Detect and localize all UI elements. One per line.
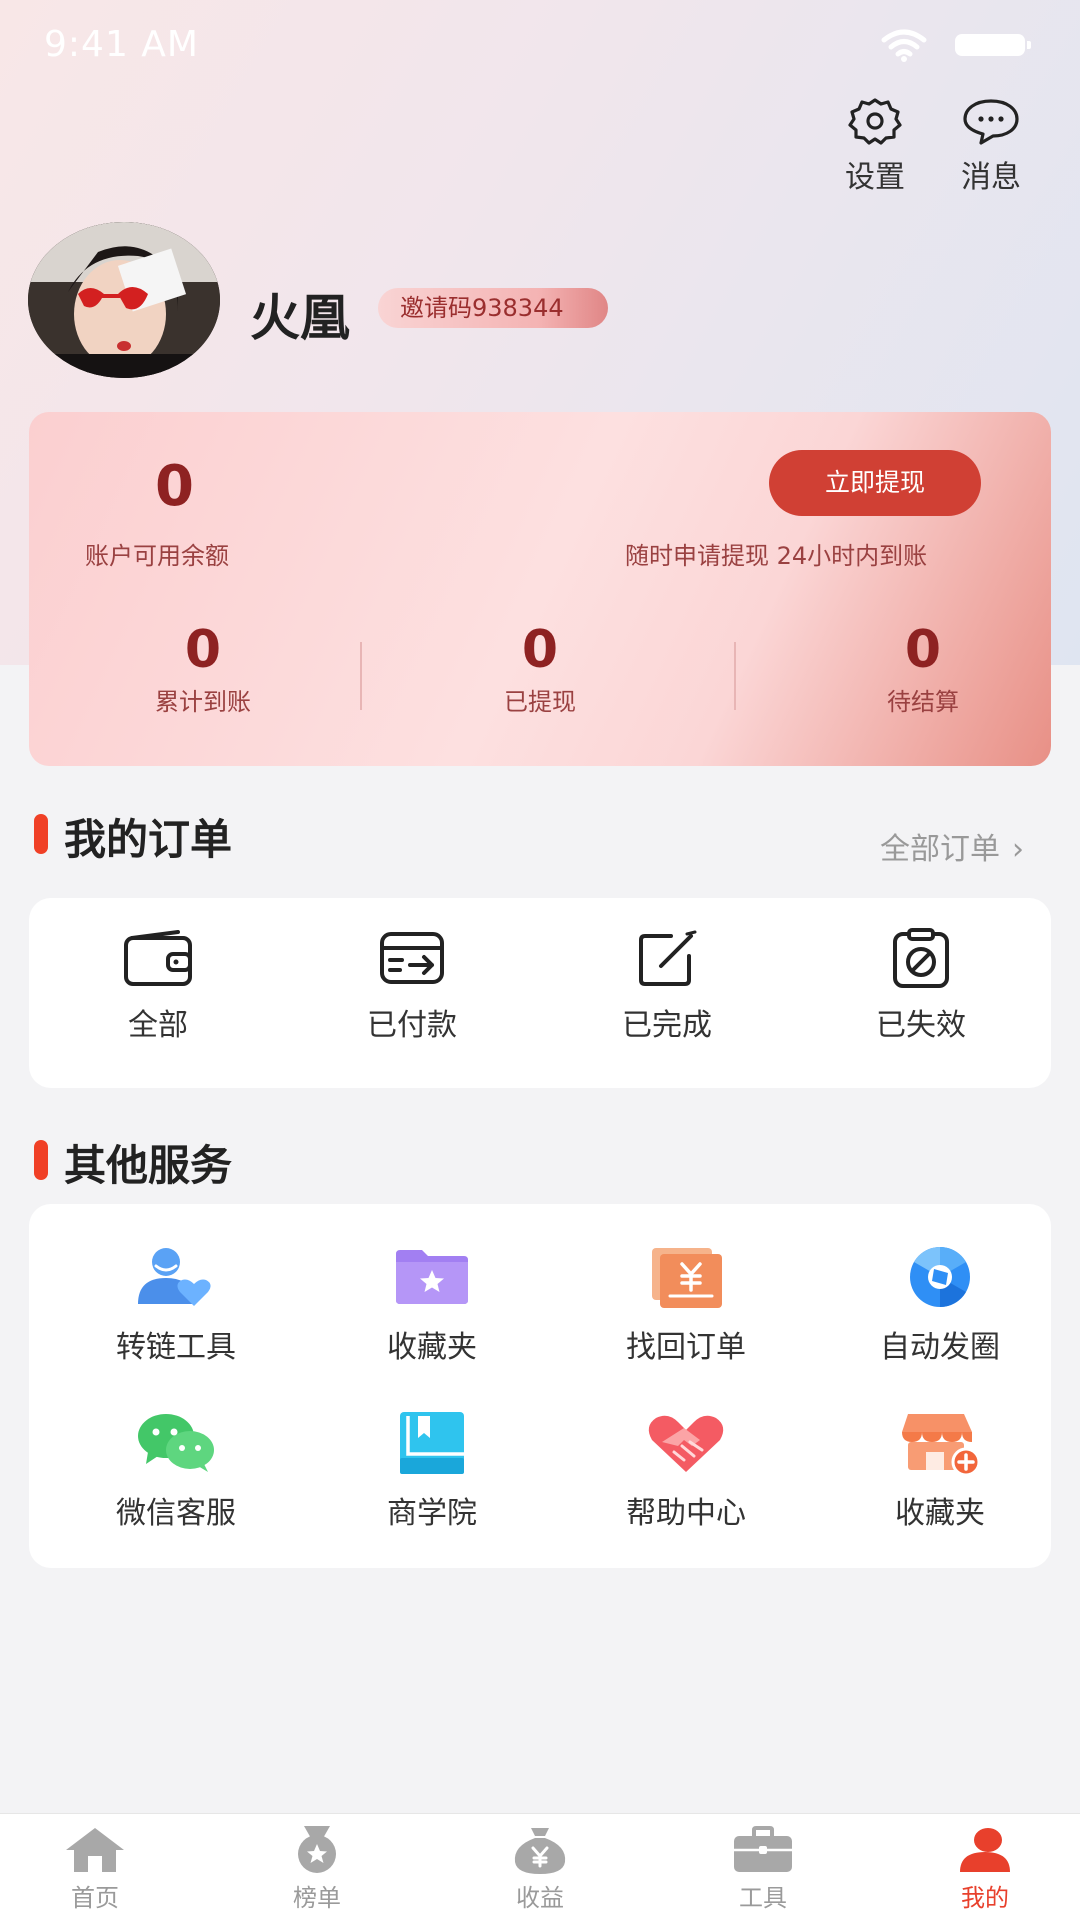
stat-value: 0 — [184, 620, 222, 680]
stat-label: 已提现 — [504, 688, 576, 716]
tab-label: 首页 — [71, 1884, 119, 1912]
invite-code-badge[interactable]: 邀请码938344 — [378, 288, 608, 328]
user-heart-icon — [66, 1244, 286, 1310]
order-filter-label: 已完成 — [622, 1008, 712, 1043]
balance-label: 账户可用余额 — [85, 542, 229, 570]
tab-label: 榜单 — [293, 1884, 341, 1912]
avatar[interactable] — [28, 222, 220, 378]
order-filter-all[interactable]: 全部 — [78, 928, 238, 1044]
tab-ranking[interactable]: 榜单 — [247, 1826, 387, 1913]
chat-bubble-icon — [936, 96, 1046, 146]
stat-withdrawn: 0 已提现 — [440, 620, 640, 717]
divider — [734, 642, 736, 710]
wechat-icon — [66, 1410, 286, 1476]
user-name: 火凰 — [250, 289, 350, 347]
gear-icon — [820, 96, 930, 146]
service-favorites[interactable]: 收藏夹 — [322, 1244, 542, 1366]
settings-label: 设置 — [845, 160, 905, 195]
wifi-icon — [880, 28, 928, 66]
stat-label: 待结算 — [887, 688, 959, 716]
user-icon — [915, 1826, 1055, 1874]
order-filter-paid[interactable]: 已付款 — [332, 928, 492, 1044]
stat-total-received: 0 累计到账 — [103, 620, 303, 717]
service-label: 自动发圈 — [880, 1330, 1000, 1365]
stat-pending: 0 待结算 — [823, 620, 1023, 717]
divider — [360, 642, 362, 710]
orders-panel: 全部 已付款 已完成 已失效 — [29, 898, 1051, 1088]
withdraw-button[interactable]: 立即提现 — [769, 450, 981, 516]
service-auto-post[interactable]: 自动发圈 — [830, 1244, 1050, 1366]
withdraw-tip: 随时申请提现 24小时内到账 — [625, 542, 928, 570]
service-academy[interactable]: 商学院 — [322, 1410, 542, 1532]
service-label: 微信客服 — [116, 1496, 236, 1531]
tab-earnings[interactable]: 收益 — [470, 1826, 610, 1913]
messages-label: 消息 — [961, 160, 1021, 195]
wallet-card: 0 账户可用余额 立即提现 随时申请提现 24小时内到账 0 累计到账 0 已提… — [29, 412, 1051, 766]
order-filter-expired[interactable]: 已失效 — [841, 928, 1001, 1044]
money-bag-icon — [470, 1826, 610, 1874]
order-filter-completed[interactable]: 已完成 — [587, 928, 747, 1044]
medal-icon — [247, 1826, 387, 1874]
paid-card-icon — [332, 928, 492, 988]
stat-value: 0 — [521, 620, 559, 680]
balance-value: 0 — [155, 454, 194, 519]
tab-mine[interactable]: 我的 — [915, 1826, 1055, 1913]
expired-clipboard-icon — [841, 928, 1001, 988]
chevron-right-icon: › — [1012, 832, 1024, 867]
service-label: 商学院 — [387, 1496, 477, 1531]
service-favorites-shop[interactable]: 收藏夹 — [830, 1410, 1050, 1532]
service-label: 找回订单 — [626, 1330, 746, 1365]
home-icon — [25, 1826, 165, 1874]
book-icon — [322, 1410, 542, 1476]
section-accent-bar — [34, 1140, 48, 1180]
edit-check-icon — [587, 928, 747, 988]
service-label: 帮助中心 — [626, 1496, 746, 1531]
tab-tools[interactable]: 工具 — [693, 1826, 833, 1913]
order-filter-label: 已失效 — [876, 1008, 966, 1043]
settings-button[interactable]: 设置 — [820, 96, 930, 196]
star-folder-icon — [322, 1244, 542, 1310]
battery-icon — [955, 34, 1031, 56]
camera-aperture-icon — [830, 1244, 1050, 1310]
section-accent-bar — [34, 814, 48, 854]
status-time: 9:41 AM — [44, 24, 199, 65]
services-title: 其他服务 — [64, 1141, 233, 1190]
all-orders-label: 全部订单 — [880, 832, 1000, 867]
service-link-tool[interactable]: 转链工具 — [66, 1244, 286, 1366]
service-label: 转链工具 — [116, 1330, 236, 1365]
receipt-yen-icon — [576, 1244, 796, 1310]
service-wechat-support[interactable]: 微信客服 — [66, 1410, 286, 1532]
service-help-center[interactable]: 帮助中心 — [576, 1410, 796, 1532]
stat-value: 0 — [904, 620, 942, 680]
handshake-icon — [576, 1410, 796, 1476]
tab-label: 工具 — [739, 1884, 787, 1912]
bottom-tab-bar: 首页 榜单 收益 工具 我的 — [0, 1813, 1080, 1920]
service-label: 收藏夹 — [387, 1330, 477, 1365]
all-orders-link[interactable]: 全部订单 › — [880, 824, 1024, 868]
orders-title: 我的订单 — [64, 815, 233, 864]
stat-label: 累计到账 — [155, 688, 251, 716]
order-filter-label: 已付款 — [367, 1008, 457, 1043]
wallet-icon — [78, 928, 238, 988]
store-add-icon — [830, 1410, 1050, 1476]
tab-label: 我的 — [961, 1884, 1009, 1912]
tab-label: 收益 — [516, 1884, 564, 1912]
messages-button[interactable]: 消息 — [936, 96, 1046, 196]
services-panel: 转链工具 收藏夹 找回订单 自动发圈 微信客服 商学院 帮助中心 收藏夹 — [29, 1204, 1051, 1568]
service-label: 收藏夹 — [895, 1496, 985, 1531]
status-bar: 9:41 AM — [0, 0, 1080, 90]
tab-home[interactable]: 首页 — [25, 1826, 165, 1913]
service-recover-order[interactable]: 找回订单 — [576, 1244, 796, 1366]
toolbox-icon — [693, 1826, 833, 1874]
order-filter-label: 全部 — [128, 1008, 188, 1043]
